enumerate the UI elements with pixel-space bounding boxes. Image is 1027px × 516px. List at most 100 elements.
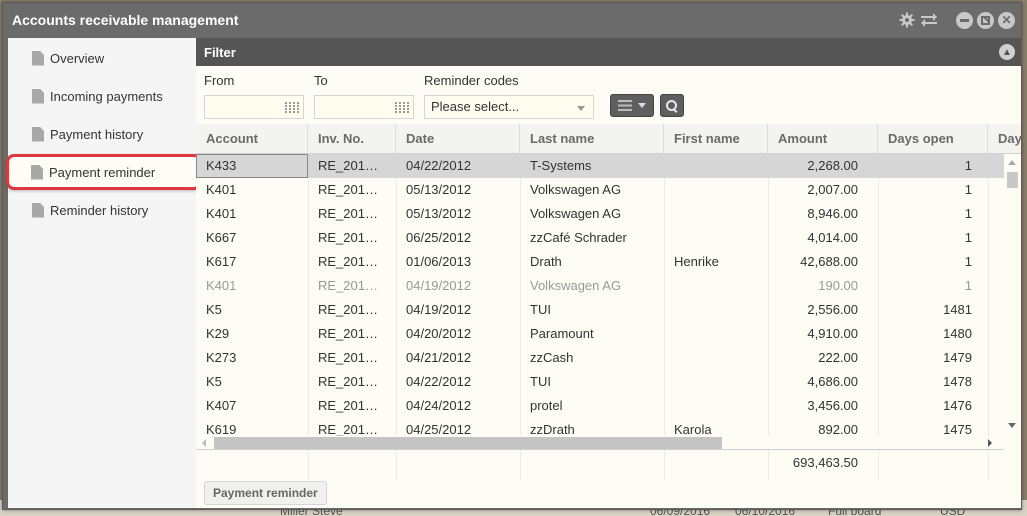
cell-account: K667 [206, 230, 237, 245]
cell-date: 04/20/2012 [406, 326, 472, 341]
document-icon [32, 126, 44, 142]
sidebar-item-label: Payment reminder [49, 164, 156, 180]
column-header-last-name[interactable]: Last name [520, 124, 664, 154]
cell-date: 05/13/2012 [406, 206, 472, 221]
cell-account: K401 [206, 278, 237, 293]
cell-first-name [664, 322, 768, 346]
cell-inv-no: RE_201… [318, 278, 378, 293]
sidebar-item-payment-history[interactable]: Payment history [8, 119, 196, 149]
cell-first-name [664, 370, 768, 394]
cell-days-open: 1 [964, 206, 972, 221]
column-header-inv-no[interactable]: Inv. No. [308, 124, 396, 154]
column-header-first-name[interactable]: First name [664, 124, 768, 154]
table-row[interactable]: K667 RE_201… 06/25/2012 zzCafé Schrader 4,01… [196, 226, 1004, 250]
scroll-right-icon[interactable] [988, 439, 992, 447]
cell-days-open: 1478 [943, 374, 972, 389]
document-icon [32, 88, 44, 104]
cell-amount: 892.00 [818, 422, 858, 436]
search-icon [666, 99, 678, 112]
cell-last-name: Drath [530, 254, 562, 269]
restore-icon[interactable] [977, 11, 994, 29]
cell-account: K5 [206, 302, 222, 317]
collapse-icon[interactable]: ▲ [999, 44, 1015, 60]
cell-first-name [664, 154, 768, 178]
table-row[interactable]: K407 RE_201… 04/24/2012 protel 3,456.00 1476 [196, 394, 1004, 418]
table-row[interactable]: K5 RE_201… 04/19/2012 TUI 2,556.00 1481 [196, 298, 1004, 322]
cell-amount: 8,946.00 [807, 206, 858, 221]
table-row[interactable]: K617 RE_201… 01/06/2013 Drath Henrike 42,688.… [196, 250, 1004, 274]
column-header-day[interactable]: Day [988, 124, 1021, 154]
reminder-codes-select[interactable]: Please select... [424, 95, 594, 119]
close-icon[interactable]: ✕ [998, 11, 1015, 29]
document-icon [32, 202, 44, 218]
calendar-icon[interactable] [395, 101, 409, 113]
cell-inv-no: RE_201… [318, 158, 378, 173]
gear-icon[interactable] [898, 11, 916, 29]
search-button[interactable] [660, 94, 684, 117]
cell-first-name [664, 226, 768, 250]
cell-last-name: Volkswagen AG [530, 278, 622, 293]
cell-account: K401 [206, 182, 237, 197]
horizontal-scrollbar[interactable] [196, 436, 1004, 450]
sidebar-item-overview[interactable]: Overview [8, 43, 196, 73]
horizontal-scroll-thumb[interactable] [214, 437, 722, 449]
filter-header[interactable]: Filter ▲ [196, 38, 1021, 66]
cell-inv-no: RE_201… [318, 206, 378, 221]
sidebar-item-reminder-history[interactable]: Reminder history [8, 195, 196, 225]
sidebar-nav: Overview Incoming payments Payment histo… [6, 38, 202, 508]
sidebar-item-payment-reminder[interactable]: Payment reminder [6, 154, 202, 190]
vertical-scroll-thumb[interactable] [1007, 172, 1018, 188]
cell-account: K5 [206, 374, 222, 389]
minimize-icon[interactable] [956, 11, 973, 29]
from-date-input[interactable] [204, 95, 304, 119]
table-row[interactable]: K401 RE_201… 04/19/2012 Volkswagen AG 190.00… [196, 274, 1004, 298]
table-row[interactable]: K5 RE_201… 04/22/2012 TUI 4,686.00 1478 [196, 370, 1004, 394]
cell-days-open: 1 [964, 230, 972, 245]
cell-amount: 2,007.00 [807, 182, 858, 197]
cell-days-open: 1 [964, 278, 972, 293]
cell-amount: 222.00 [818, 350, 858, 365]
cell-amount: 190.00 [818, 278, 858, 293]
table-row[interactable]: K433 RE_201… 04/22/2012 T-Systems 2,268.00 1 [196, 154, 1004, 178]
cell-first-name: Karola [674, 422, 712, 436]
vertical-scrollbar[interactable] [1004, 154, 1021, 436]
title-bar[interactable]: Accounts receivable management ✕ [3, 3, 1021, 37]
calendar-icon[interactable] [285, 101, 299, 113]
table-row[interactable]: K29 RE_201… 04/20/2012 Paramount 4,910.00 148… [196, 322, 1004, 346]
column-header-days-open[interactable]: Days open [878, 124, 988, 154]
to-label: To [314, 73, 328, 88]
cell-account: K273 [206, 350, 237, 365]
scroll-down-icon[interactable] [1008, 423, 1016, 428]
column-header-amount[interactable]: Amount [768, 124, 878, 154]
to-date-input[interactable] [314, 95, 414, 119]
view-menu-button[interactable] [610, 94, 654, 117]
cell-last-name: TUI [530, 374, 551, 389]
cell-inv-no: RE_201… [318, 182, 378, 197]
cell-first-name [664, 394, 768, 418]
reminder-codes-value: Please select... [431, 99, 520, 114]
cell-amount: 4,686.00 [807, 374, 858, 389]
table-row[interactable]: K401 RE_201… 05/13/2012 Volkswagen AG 8,946.… [196, 202, 1004, 226]
scroll-up-icon[interactable] [1008, 160, 1016, 165]
cell-inv-no: RE_201… [318, 326, 378, 341]
table-row[interactable]: K619 RE_201… 04/25/2012 zzDrath Karola 892.00… [196, 418, 1004, 436]
cell-days-open: 1 [964, 158, 972, 173]
cell-days-open: 1479 [943, 350, 972, 365]
cell-date: 04/24/2012 [406, 398, 472, 413]
column-header-account[interactable]: Account [196, 124, 308, 154]
column-header-date[interactable]: Date [396, 124, 520, 154]
sidebar-item-incoming-payments[interactable]: Incoming payments [8, 81, 196, 111]
reminder-codes-label: Reminder codes [424, 73, 519, 88]
scroll-left-icon[interactable] [202, 439, 206, 447]
cell-last-name: zzCash [530, 350, 574, 365]
table-row[interactable]: K401 RE_201… 05/13/2012 Volkswagen AG 2,007.… [196, 178, 1004, 202]
table-row[interactable]: K273 RE_201… 04/21/2012 zzCash 222.00 1479 [196, 346, 1004, 370]
sidebar-item-label: Payment history [50, 126, 144, 142]
main-panel: Filter ▲ From To Reminder codes Please s… [196, 38, 1021, 508]
sidebar-item-label: Overview [50, 50, 105, 66]
cell-date: 06/25/2012 [406, 230, 472, 245]
swap-icon[interactable] [920, 11, 938, 29]
payment-reminder-button[interactable]: Payment reminder [204, 481, 327, 505]
cell-last-name: Paramount [530, 326, 594, 341]
cell-inv-no: RE_201… [318, 230, 378, 245]
